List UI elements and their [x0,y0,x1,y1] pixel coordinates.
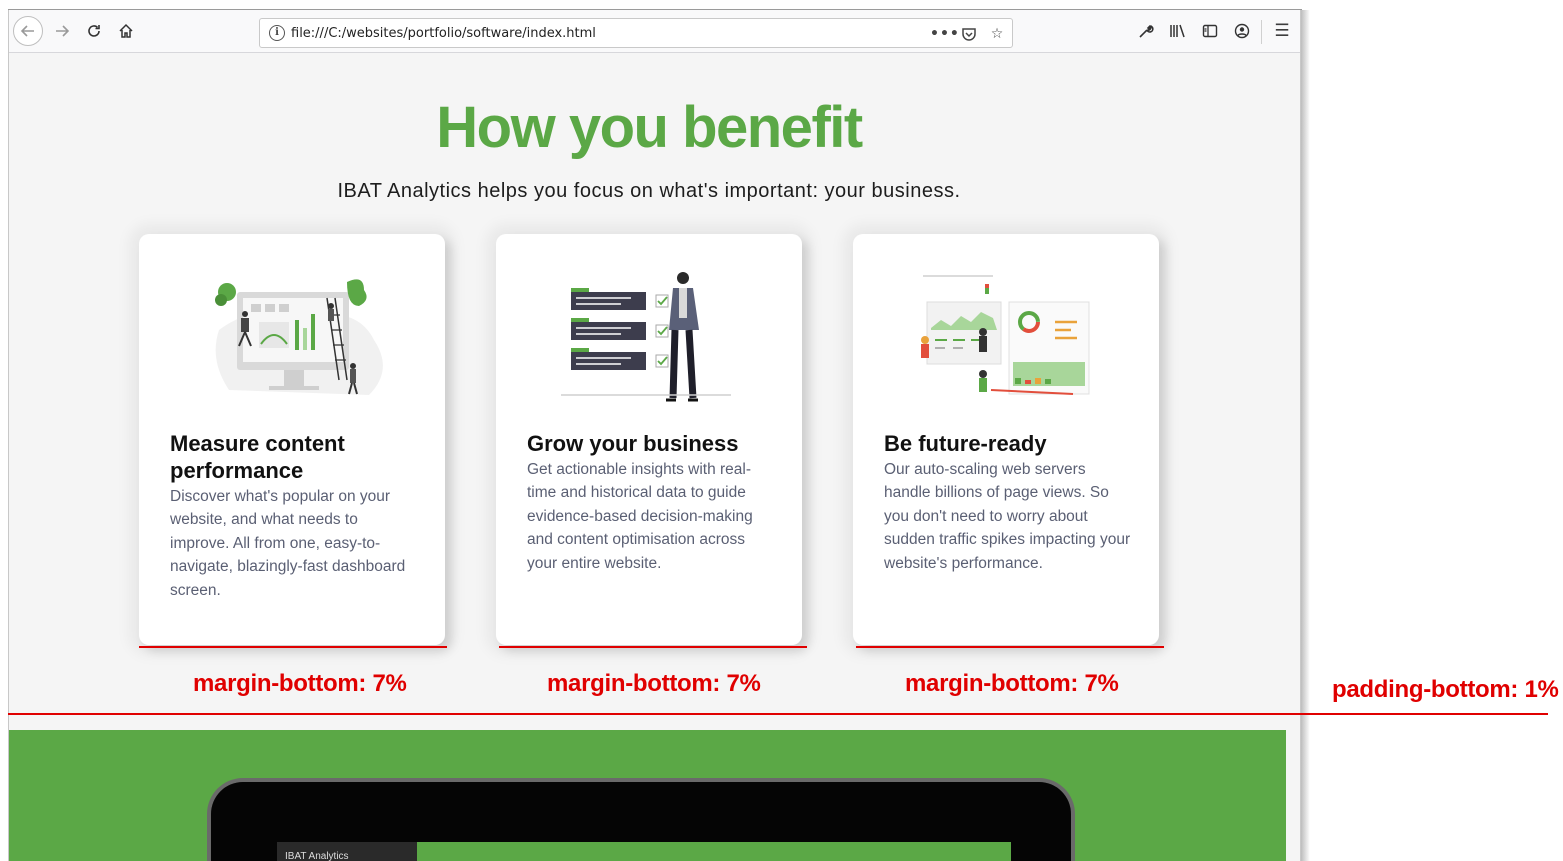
device-screen-header [417,842,1011,861]
device-tab-text: IBAT Analytics [285,851,349,861]
left-edge [0,0,8,861]
window-shadow [1301,10,1310,861]
benefit-card-future: Be future-ready Our auto-scaling web ser… [853,234,1159,645]
annotation-margin-label: margin-bottom: 7% [193,670,407,697]
annotation-padding-line [8,713,1548,715]
annotation-margin-line [139,646,447,648]
url-bar[interactable]: i file:///C:/websites/portfolio/software… [259,18,1013,48]
web-page: How you benefit IBAT Analytics helps you… [9,54,1300,861]
account-icon[interactable] [1227,16,1257,46]
annotation-margin-line [499,646,807,648]
browser-window: i file:///C:/websites/portfolio/software… [8,10,1301,861]
forward-icon[interactable] [47,16,77,46]
sidebar-icon[interactable] [1195,16,1225,46]
checklist-illustration [561,272,731,402]
library-icon[interactable] [1163,16,1193,46]
card-text: Discover what's popular on your website,… [170,488,406,599]
benefit-card-measure: Measure content performance Discover wha… [139,234,445,645]
card-title: Grow your business [527,431,739,456]
browser-toolbar: i file:///C:/websites/portfolio/software… [9,10,1300,53]
page-heading: How you benefit [436,95,863,160]
dashboard-illustration [215,279,383,395]
wrench-icon[interactable] [1131,16,1161,46]
card-text: Our auto-scaling web servers handle bill… [884,461,1131,572]
device-mockup: IBAT Analytics [207,778,1075,861]
device-screen-tab: IBAT Analytics [277,842,417,861]
card-title: Be future-ready [884,431,1047,456]
card-title: Measure content performance [170,431,345,483]
home-icon[interactable] [111,16,141,46]
pocket-icon[interactable] [958,23,980,45]
analytics-illustration [921,275,1090,395]
page-subheading: IBAT Analytics helps you focus on what's… [337,180,961,202]
back-icon[interactable] [13,16,43,46]
reload-icon[interactable] [79,16,109,46]
annotation-padding-label: padding-bottom: 1% [1332,676,1559,703]
annotation-margin-label: margin-bottom: 7% [905,670,1119,697]
more-icon[interactable]: ••• [930,23,959,45]
menu-icon[interactable]: ☰ [1267,16,1297,46]
toolbar-divider [1261,20,1262,44]
url-text[interactable]: file:///C:/websites/portfolio/software/i… [291,26,596,41]
star-icon[interactable]: ☆ [986,23,1008,45]
product-preview-section: IBAT Analytics [9,730,1286,861]
annotation-margin-label: margin-bottom: 7% [547,670,761,697]
benefit-card-grow: Grow your business Get actionable insigh… [496,234,802,645]
info-icon[interactable]: i [269,25,285,41]
annotation-margin-line [856,646,1164,648]
card-text: Get actionable insights with real-time a… [527,461,753,572]
